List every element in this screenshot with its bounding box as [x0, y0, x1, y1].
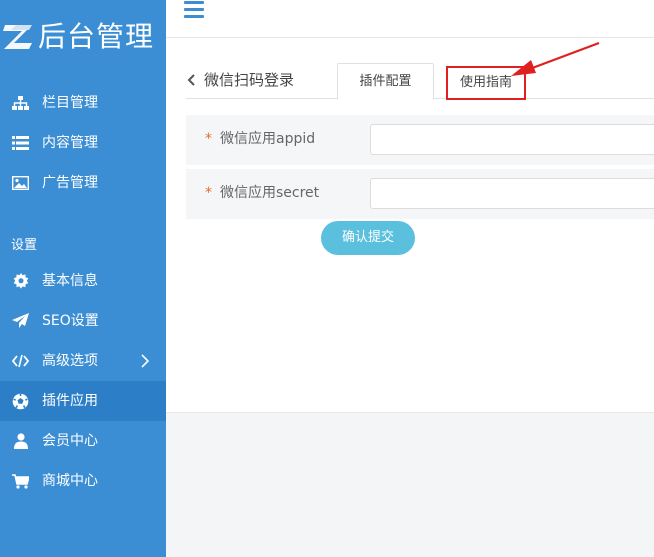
form-row-secret: * 微信应用secret [186, 169, 654, 219]
sidebar-item-label: SEO设置 [42, 313, 99, 329]
tab-plugin-config[interactable]: 插件配置 [337, 63, 434, 100]
list-icon [12, 135, 29, 151]
soccer-ball-icon [12, 393, 29, 409]
submit-button[interactable]: 确认提交 [321, 221, 415, 255]
sitemap-icon [12, 95, 29, 111]
annotation-arrow [511, 41, 600, 76]
sidebar-item-label: 广告管理 [42, 175, 98, 191]
hamburger-icon[interactable] [184, 1, 204, 19]
sidebar-item-label: 会员中心 [42, 433, 98, 449]
settings-section-label: 设置 [11, 238, 38, 253]
sidebar-item-label: 栏目管理 [42, 95, 98, 111]
user-icon [12, 433, 29, 449]
sidebar-item-seo[interactable]: SEO设置 [0, 301, 166, 341]
plugin-settings-panel: 微信扫码登录 插件配置 使用指南 * 微信应用appid * 微信应用secre… [166, 38, 654, 413]
sidebar-item-basic-info[interactable]: 基本信息 [0, 261, 166, 301]
sidebar-item-plugin-apps[interactable]: 插件应用 [0, 381, 166, 421]
logo-mark-icon [3, 25, 32, 49]
appid-input[interactable] [370, 124, 654, 155]
back-link-label: 微信扫码登录 [204, 71, 295, 89]
sidebar-item-mall-center[interactable]: 商城中心 [0, 461, 166, 501]
sidebar-item-label: 内容管理 [42, 135, 98, 151]
sidebar-item-content-management[interactable]: 内容管理 [0, 123, 166, 163]
required-mark: * [205, 131, 212, 147]
sidebar-item-advanced-options[interactable]: 高级选项 [0, 341, 166, 381]
code-icon [12, 353, 29, 369]
back-link[interactable]: 微信扫码登录 [186, 68, 294, 92]
secret-label: 微信应用secret [220, 185, 320, 201]
chevron-right-icon [141, 354, 150, 368]
secret-input[interactable] [370, 178, 654, 209]
required-mark: * [205, 185, 212, 201]
form-row-appid: * 微信应用appid [186, 115, 654, 165]
top-bar [166, 0, 654, 38]
image-icon [12, 175, 29, 191]
paper-plane-icon [12, 313, 29, 329]
logo[interactable]: 后台管理 [0, 18, 166, 58]
cart-icon [12, 473, 29, 489]
gear-icon [12, 273, 29, 289]
logo-text: 后台管理 [38, 20, 155, 53]
sidebar-item-label: 插件应用 [42, 393, 98, 409]
sidebar-item-member-center[interactable]: 会员中心 [0, 421, 166, 461]
chevron-left-icon [187, 74, 195, 86]
sidebar-item-label: 基本信息 [42, 273, 98, 289]
appid-label: 微信应用appid [220, 131, 316, 147]
sidebar-item-ad-management[interactable]: 广告管理 [0, 163, 166, 203]
sidebar-item-label: 商城中心 [42, 473, 98, 489]
sidebar-item-column-management[interactable]: 栏目管理 [0, 83, 166, 123]
sidebar: 后台管理 栏目管理 内容管理 广告管理 设置 基本信息 SEO设置 高级选项 插… [0, 0, 166, 557]
sidebar-item-label: 高级选项 [42, 353, 98, 369]
